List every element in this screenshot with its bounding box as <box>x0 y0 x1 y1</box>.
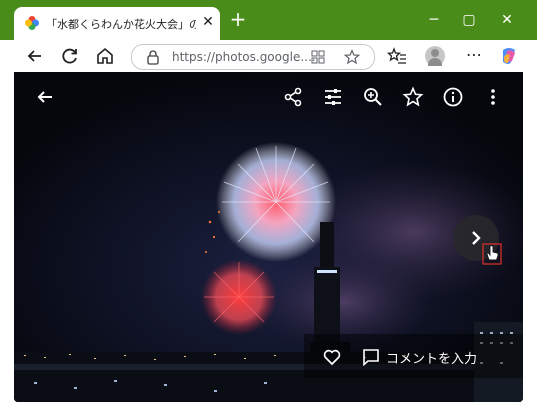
more-menu-icon[interactable]: ⋯ <box>464 46 484 66</box>
heart-icon[interactable] <box>322 347 342 367</box>
favorites-icon[interactable] <box>386 45 408 67</box>
info-icon[interactable] <box>442 86 464 108</box>
maximize-icon[interactable]: ▢ <box>459 10 479 30</box>
copilot-icon[interactable] <box>498 45 520 67</box>
comment-icon[interactable] <box>362 348 380 366</box>
new-tab-icon[interactable]: + <box>229 9 247 29</box>
favorite-star-icon[interactable] <box>344 49 360 65</box>
browser-toolbar: https://photos.google.... ⋯ <box>0 40 537 72</box>
home-icon[interactable] <box>94 45 116 67</box>
minimize-icon[interactable]: ─ <box>424 10 444 30</box>
google-photos-icon <box>25 16 39 30</box>
edit-icon[interactable] <box>322 86 344 108</box>
tab-close-icon[interactable]: ✕ <box>200 14 216 30</box>
back-nav-icon[interactable] <box>24 45 46 67</box>
address-bar[interactable]: https://photos.google.... <box>131 44 375 70</box>
close-window-icon[interactable]: ✕ <box>497 10 517 30</box>
share-icon[interactable] <box>282 86 304 108</box>
reload-icon[interactable] <box>59 45 81 67</box>
more-icon[interactable] <box>482 86 504 108</box>
address-text: https://photos.google.... <box>172 50 316 64</box>
photo-viewer[interactable]: コメントを入力 <box>14 72 523 402</box>
zoom-icon[interactable] <box>362 86 384 108</box>
lock-icon[interactable] <box>146 49 160 65</box>
star-icon[interactable] <box>402 86 424 108</box>
browser-tab[interactable]: 「水都くらわんか花火大会」の写真 - Google フォト ✕ <box>14 7 220 40</box>
tab-title: 「水都くらわんか花火大会」の写真 - Google フォト <box>46 18 196 31</box>
profile-avatar[interactable] <box>425 46 445 66</box>
comment-input[interactable]: コメントを入力 <box>386 348 477 367</box>
back-icon[interactable] <box>34 86 56 108</box>
app-grid-icon[interactable] <box>311 50 325 64</box>
hand-cursor-icon <box>482 243 502 265</box>
title-bar: 「水都くらわんか花火大会」の写真 - Google フォト ✕ + ─ ▢ ✕ <box>0 0 537 40</box>
